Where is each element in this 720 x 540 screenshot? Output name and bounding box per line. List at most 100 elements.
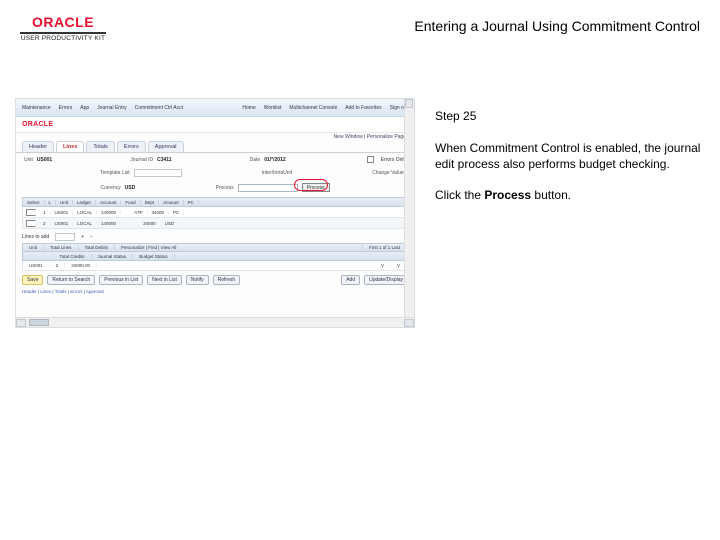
instruction-text-2: Click the Process button. xyxy=(435,187,705,203)
cell: ATP xyxy=(130,210,147,215)
cell: 1 xyxy=(39,210,51,215)
unit-label: Unit xyxy=(24,157,33,163)
tb-item[interactable]: Add to Favorites xyxy=(345,105,381,111)
gh-amount: Amount xyxy=(159,200,184,205)
save-button[interactable]: Save xyxy=(22,275,43,285)
cell: 140000 xyxy=(97,221,121,226)
cell: PC xyxy=(169,210,184,215)
jid-label: Journal ID xyxy=(130,157,153,163)
screenshot-panel: Maintenance Errors App Journal Entry Com… xyxy=(15,98,415,328)
p2c: button. xyxy=(531,188,571,202)
tb-item[interactable]: Worklist xyxy=(264,105,282,111)
tb-item[interactable]: App xyxy=(80,105,89,111)
p2a: Click the xyxy=(435,188,484,202)
cell: LOCAL xyxy=(73,210,97,215)
errors-only-checkbox[interactable] xyxy=(367,156,374,163)
tab-errors[interactable]: Errors xyxy=(117,141,146,152)
cell: 34000 xyxy=(139,221,161,226)
unit-value: US001 xyxy=(37,157,52,163)
gh-ledger: Ledger xyxy=(73,200,96,205)
update-button[interactable]: Update/Display xyxy=(364,275,408,285)
process-label: Process xyxy=(216,185,234,191)
brand-divider xyxy=(20,32,106,34)
breadcrumb[interactable]: New Window | Personalize Page xyxy=(16,133,414,140)
footer-links[interactable]: Header | Lines | Totals | Errors | Appro… xyxy=(22,289,408,294)
notify-button[interactable]: Notify xyxy=(186,275,209,285)
step-label: Step 25 xyxy=(435,108,705,124)
cell: US001 xyxy=(51,221,74,226)
totals-header-2: x x Total Credits Journal Status Budget … xyxy=(22,252,408,261)
lines-to-add: Lines to add + − xyxy=(22,233,408,241)
prev-button[interactable]: Previous in List xyxy=(99,275,143,285)
totals-row: US001 2 34000.00 V V xyxy=(22,261,408,271)
tb-item[interactable]: Home xyxy=(242,105,255,111)
th-jstat: Journal Status xyxy=(92,254,134,259)
gh-account: Account xyxy=(96,200,121,205)
tab-header[interactable]: Header xyxy=(22,141,54,152)
grid-row[interactable]: 1 US001 LOCAL 140000 ATP 34000 PC xyxy=(22,207,408,218)
brand-block: ORACLE USER PRODUCTIVITY KIT xyxy=(20,14,106,42)
gh-pc: PC xyxy=(184,200,199,205)
th-nav[interactable]: First 1 of 1 Last xyxy=(363,245,407,250)
tb-item[interactable]: Errors xyxy=(59,105,73,111)
gh-dept: Dept xyxy=(141,200,160,205)
lta-input[interactable] xyxy=(55,233,75,241)
scroll-up-icon[interactable] xyxy=(405,99,413,108)
instruction-panel: Step 25 When Commitment Control is enabl… xyxy=(435,98,705,525)
tab-totals[interactable]: Totals xyxy=(86,141,114,152)
tab-approval[interactable]: Approval xyxy=(148,141,184,152)
plus-icon[interactable]: + xyxy=(81,234,84,240)
brand-sub: USER PRODUCTIVITY KIT xyxy=(21,35,105,42)
add-button[interactable]: Add xyxy=(341,275,360,285)
app-logo-row: ORACLE xyxy=(16,117,414,133)
lta-label: Lines to add xyxy=(22,234,49,240)
grid-row[interactable]: 2 US001 LOCAL 140000 34000 USD xyxy=(22,218,408,229)
search-input[interactable] xyxy=(134,169,182,177)
th-lines: Total Lines xyxy=(44,245,79,250)
refresh-button[interactable]: Refresh xyxy=(213,275,241,285)
scrollbar-vertical[interactable] xyxy=(404,99,414,317)
form-row-2: Template List Inter/IntraUnit Change Val… xyxy=(16,166,414,180)
currency-value: USD xyxy=(125,185,136,191)
action-buttons: Save Return to Search Previous in List N… xyxy=(22,275,408,285)
gh-fund: Fund xyxy=(121,200,140,205)
scroll-right-icon[interactable] xyxy=(404,319,414,327)
tr-deb: 34000.00 xyxy=(65,263,97,268)
doc-title: Entering a Journal Using Commitment Cont… xyxy=(414,18,700,34)
tmpl-label: Template List xyxy=(100,170,129,176)
jid-value: C3411 xyxy=(157,157,171,163)
th-credits: Total Credits xyxy=(54,254,92,259)
minus-icon[interactable]: − xyxy=(90,234,93,240)
scroll-thumb[interactable] xyxy=(29,319,49,326)
return-button[interactable]: Return to Search xyxy=(47,275,95,285)
grid-header: Select L Unit Ledger Account Fund Dept A… xyxy=(22,197,408,207)
tab-lines[interactable]: Lines xyxy=(56,141,84,152)
app-toolbar: Maintenance Errors App Journal Entry Com… xyxy=(16,99,414,117)
scroll-left-icon[interactable] xyxy=(16,319,26,327)
change-values-label[interactable]: Change Values xyxy=(372,170,406,176)
inter-intra-label[interactable]: Inter/IntraUnit xyxy=(262,170,292,176)
cell: 2 xyxy=(39,221,51,226)
tb-item[interactable]: Journal Entry xyxy=(97,105,126,111)
next-button[interactable]: Next in List xyxy=(147,275,182,285)
th-unit: Unit xyxy=(23,245,44,250)
tr-jstat[interactable]: V xyxy=(375,263,391,268)
tabstrip: Header Lines Totals Errors Approval xyxy=(16,140,414,153)
date-label: Date xyxy=(250,157,261,163)
row-checkbox[interactable] xyxy=(26,209,36,216)
cell: US001 xyxy=(51,210,74,215)
scrollbar-horizontal[interactable] xyxy=(16,317,414,327)
process-select[interactable] xyxy=(238,184,298,192)
row-checkbox[interactable] xyxy=(26,220,36,227)
cell: LOCAL xyxy=(73,221,97,226)
tr-lines: 2 xyxy=(50,263,66,268)
cell: 34000 xyxy=(148,210,170,215)
instruction-text-1: When Commitment Control is enabled, the … xyxy=(435,140,705,172)
tb-item[interactable]: Commitment Ctrl Acct xyxy=(135,105,183,111)
brand-oracle: ORACLE xyxy=(32,14,94,30)
tb-item[interactable]: Maintenance xyxy=(22,105,51,111)
tb-item[interactable]: Multichannel Console xyxy=(289,105,337,111)
process-bold: Process xyxy=(484,188,531,202)
th-find[interactable]: Personalize | Find | View All xyxy=(115,245,363,250)
gh-select: Select xyxy=(23,200,45,205)
